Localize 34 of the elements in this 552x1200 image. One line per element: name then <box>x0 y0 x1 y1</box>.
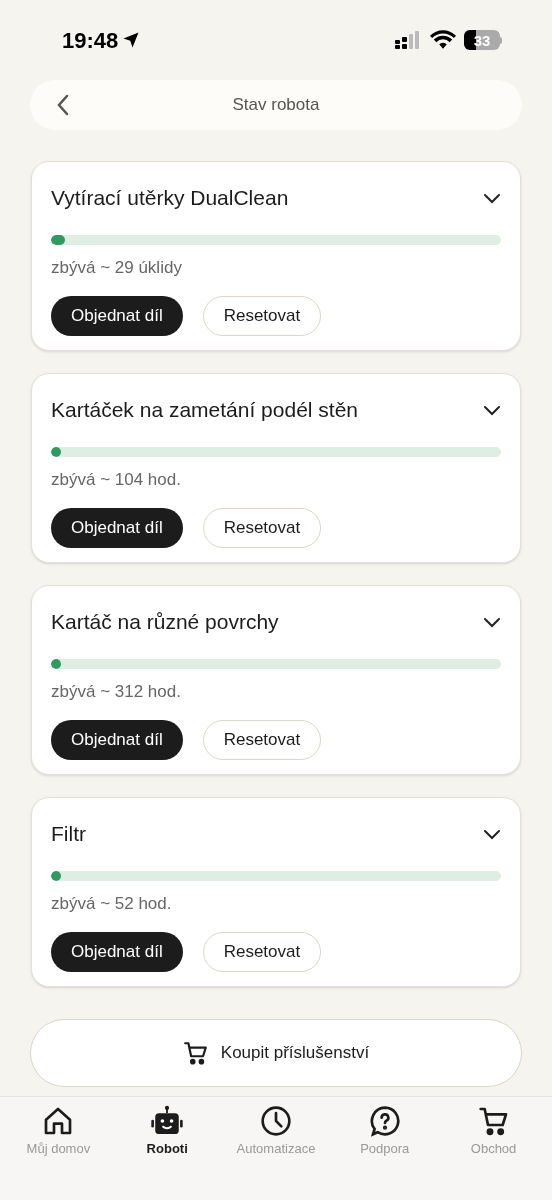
part-name: Kartáč na různé povrchy <box>51 609 279 635</box>
order-part-button[interactable]: Objednat díl <box>51 296 183 336</box>
chevron-down-icon[interactable] <box>483 827 501 840</box>
reset-button[interactable]: Resetovat <box>202 720 322 760</box>
chevron-down-icon[interactable] <box>483 615 501 628</box>
remaining-text: zbývá ~ 104 hod. <box>51 468 182 491</box>
cart-icon <box>477 1105 510 1137</box>
part-name: Kartáček na zametání podél stěn <box>51 397 359 423</box>
clock-icon <box>260 1105 292 1137</box>
chevron-down-icon[interactable] <box>483 403 501 416</box>
tab-bar-item[interactable]: Roboti <box>115 1105 220 1165</box>
page-title: Stav robota <box>232 94 320 117</box>
part-name: Filtr <box>51 821 86 847</box>
order-part-button[interactable]: Objednat díl <box>51 932 183 972</box>
reset-button[interactable]: Resetovat <box>202 296 322 336</box>
remaining-text: zbývá ~ 29 úklidy <box>51 256 183 279</box>
reset-button[interactable]: Resetovat <box>202 932 322 972</box>
reset-button[interactable]: Resetovat <box>202 508 322 548</box>
back-icon <box>56 93 70 117</box>
help-icon <box>368 1105 401 1137</box>
part-name: Vytírací utěrky DualClean <box>51 185 289 211</box>
remaining-text: zbývá ~ 52 hod. <box>51 892 173 915</box>
order-part-button[interactable]: Objednat díl <box>51 508 183 548</box>
back-button[interactable] <box>56 93 70 117</box>
buy-accessories-button[interactable]: Koupit příslušenství <box>30 1019 522 1087</box>
wifi-icon <box>430 30 456 50</box>
remaining-text: zbývá ~ 312 hod. <box>51 680 182 703</box>
cart-icon <box>182 1040 209 1066</box>
signal-icon <box>394 30 422 50</box>
robot-icon <box>150 1105 185 1137</box>
status-time: 19:48 <box>62 26 119 55</box>
chevron-down-icon[interactable] <box>483 191 501 204</box>
order-part-button[interactable]: Objednat díl <box>51 720 183 760</box>
location-arrow-icon <box>122 31 141 49</box>
